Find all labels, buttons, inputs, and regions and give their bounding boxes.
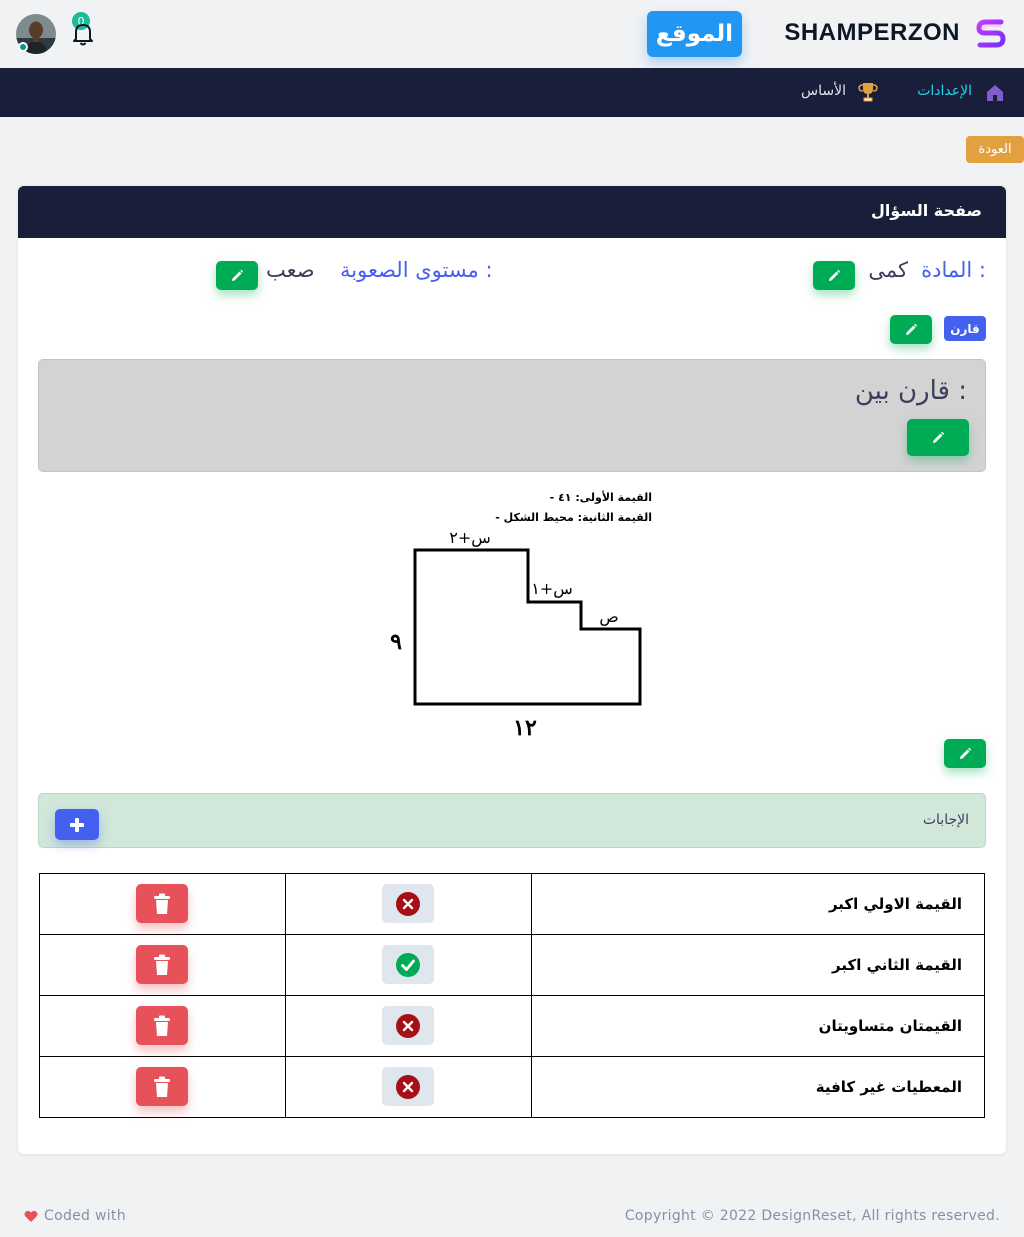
- answer-row: القيمة الاولي اكبر: [39, 873, 985, 935]
- x-circle-icon: [395, 1074, 420, 1099]
- figure-label-step2: ص: [599, 607, 618, 626]
- answer-row: القيمة الثاني اكبر: [39, 934, 985, 996]
- pencil-icon: [829, 269, 841, 281]
- delete-answer-button[interactable]: [136, 884, 188, 923]
- figure-label-bottom: ١٢: [513, 715, 537, 741]
- home-icon[interactable]: [985, 83, 1005, 103]
- delete-answer-button[interactable]: [136, 945, 188, 984]
- question-card: صفحة السؤال المادة : كمى مستوى الصعوبة :…: [18, 186, 1006, 1154]
- trash-icon: [154, 1076, 170, 1097]
- edit-type-button[interactable]: [890, 315, 932, 344]
- figure-label-left: ٩: [390, 629, 402, 655]
- answer-status-cell: [284, 934, 533, 996]
- answer-row: المعطيات غير كافية: [39, 1056, 985, 1118]
- answer-delete-cell: [39, 873, 286, 935]
- page-title: صفحة السؤال: [871, 201, 982, 220]
- bell-icon[interactable]: [72, 20, 94, 46]
- answers-title: الإجابات: [922, 812, 969, 828]
- answers-table: القيمة الاولي اكبر القيمة الثاني اكبر القي…: [39, 873, 985, 1118]
- difficulty-label: مستوى الصعوبة :: [340, 258, 493, 282]
- answer-delete-cell: [39, 1056, 286, 1118]
- pencil-icon: [933, 431, 945, 443]
- subject-value: كمى: [868, 258, 908, 282]
- trash-icon: [154, 1015, 170, 1036]
- pencil-icon: [906, 323, 918, 335]
- online-status-dot: [18, 42, 28, 52]
- trophy-icon[interactable]: [856, 80, 880, 104]
- nav-item-settings[interactable]: الإعدادات: [917, 83, 972, 99]
- edit-difficulty-button[interactable]: [216, 261, 258, 290]
- footer-copyright: Copyright © 2022 DesignReset, All rights…: [624, 1208, 1000, 1224]
- answer-text: القيمة الاولي اكبر: [531, 873, 985, 935]
- answer-delete-cell: [39, 934, 286, 996]
- toggle-correct-button[interactable]: [381, 884, 434, 923]
- edit-subject-button[interactable]: [813, 261, 855, 290]
- question-type-badge: قارن: [944, 316, 986, 341]
- figure-shape: [413, 548, 642, 706]
- card-header: صفحة السؤال: [18, 186, 1006, 238]
- answers-section-header: الإجابات: [38, 793, 986, 848]
- top-bar: SHAMPERZON الموقع 0: [0, 0, 1024, 68]
- delete-answer-button[interactable]: [136, 1006, 188, 1045]
- answer-status-cell: [284, 1056, 533, 1118]
- pencil-icon: [232, 269, 244, 281]
- figure-label-step1: س+١: [531, 579, 573, 598]
- figure-line-1: - القيمة الأولى: ٤١: [550, 490, 652, 504]
- footer-coded-with: Coded with: [24, 1208, 126, 1224]
- answer-text: المعطيات غير كافية: [531, 1056, 985, 1118]
- question-figure: - القيمة الأولى: ٤١ - القيمة الثانية: مح…: [390, 490, 652, 741]
- check-circle-icon: [395, 952, 420, 977]
- x-circle-icon: [395, 1013, 420, 1038]
- x-circle-icon: [395, 891, 420, 916]
- answer-delete-cell: [39, 995, 286, 1057]
- plus-icon: [70, 817, 84, 832]
- edit-question-button[interactable]: [907, 419, 969, 456]
- nav-item-base[interactable]: الأساس: [801, 83, 846, 99]
- answer-status-cell: [284, 995, 533, 1057]
- figure-label-top: س+٢: [449, 528, 491, 547]
- figure-line-2: - القيمة الثانية: محيط الشكل: [495, 511, 652, 524]
- answer-text: القيمة الثاني اكبر: [531, 934, 985, 996]
- heart-icon: [24, 1210, 38, 1222]
- subject-label: المادة :: [921, 258, 986, 282]
- question-text: قارن بين :: [854, 376, 967, 406]
- difficulty-value: صعب: [266, 258, 315, 282]
- add-answer-button[interactable]: [55, 809, 99, 840]
- answer-row: القيمتان متساويتان: [39, 995, 985, 1057]
- trash-icon: [154, 954, 170, 975]
- main-navbar: الإعدادات الأساس: [0, 68, 1024, 117]
- pencil-icon: [960, 747, 972, 759]
- trash-icon: [154, 893, 170, 914]
- back-button[interactable]: العودة: [966, 136, 1024, 163]
- site-button[interactable]: الموقع: [647, 11, 742, 57]
- toggle-correct-button[interactable]: [381, 1067, 434, 1106]
- answer-status-cell: [284, 873, 533, 935]
- coded-with-text: Coded with: [44, 1208, 126, 1224]
- answer-text: القيمتان متساويتان: [531, 995, 985, 1057]
- brand-name[interactable]: SHAMPERZON: [784, 19, 960, 47]
- question-box: قارن بين :: [38, 359, 986, 472]
- toggle-correct-button[interactable]: [381, 1006, 434, 1045]
- brand-logo-icon[interactable]: [974, 16, 1008, 50]
- edit-figure-button[interactable]: [944, 739, 986, 768]
- toggle-correct-button[interactable]: [381, 945, 434, 984]
- delete-answer-button[interactable]: [136, 1067, 188, 1106]
